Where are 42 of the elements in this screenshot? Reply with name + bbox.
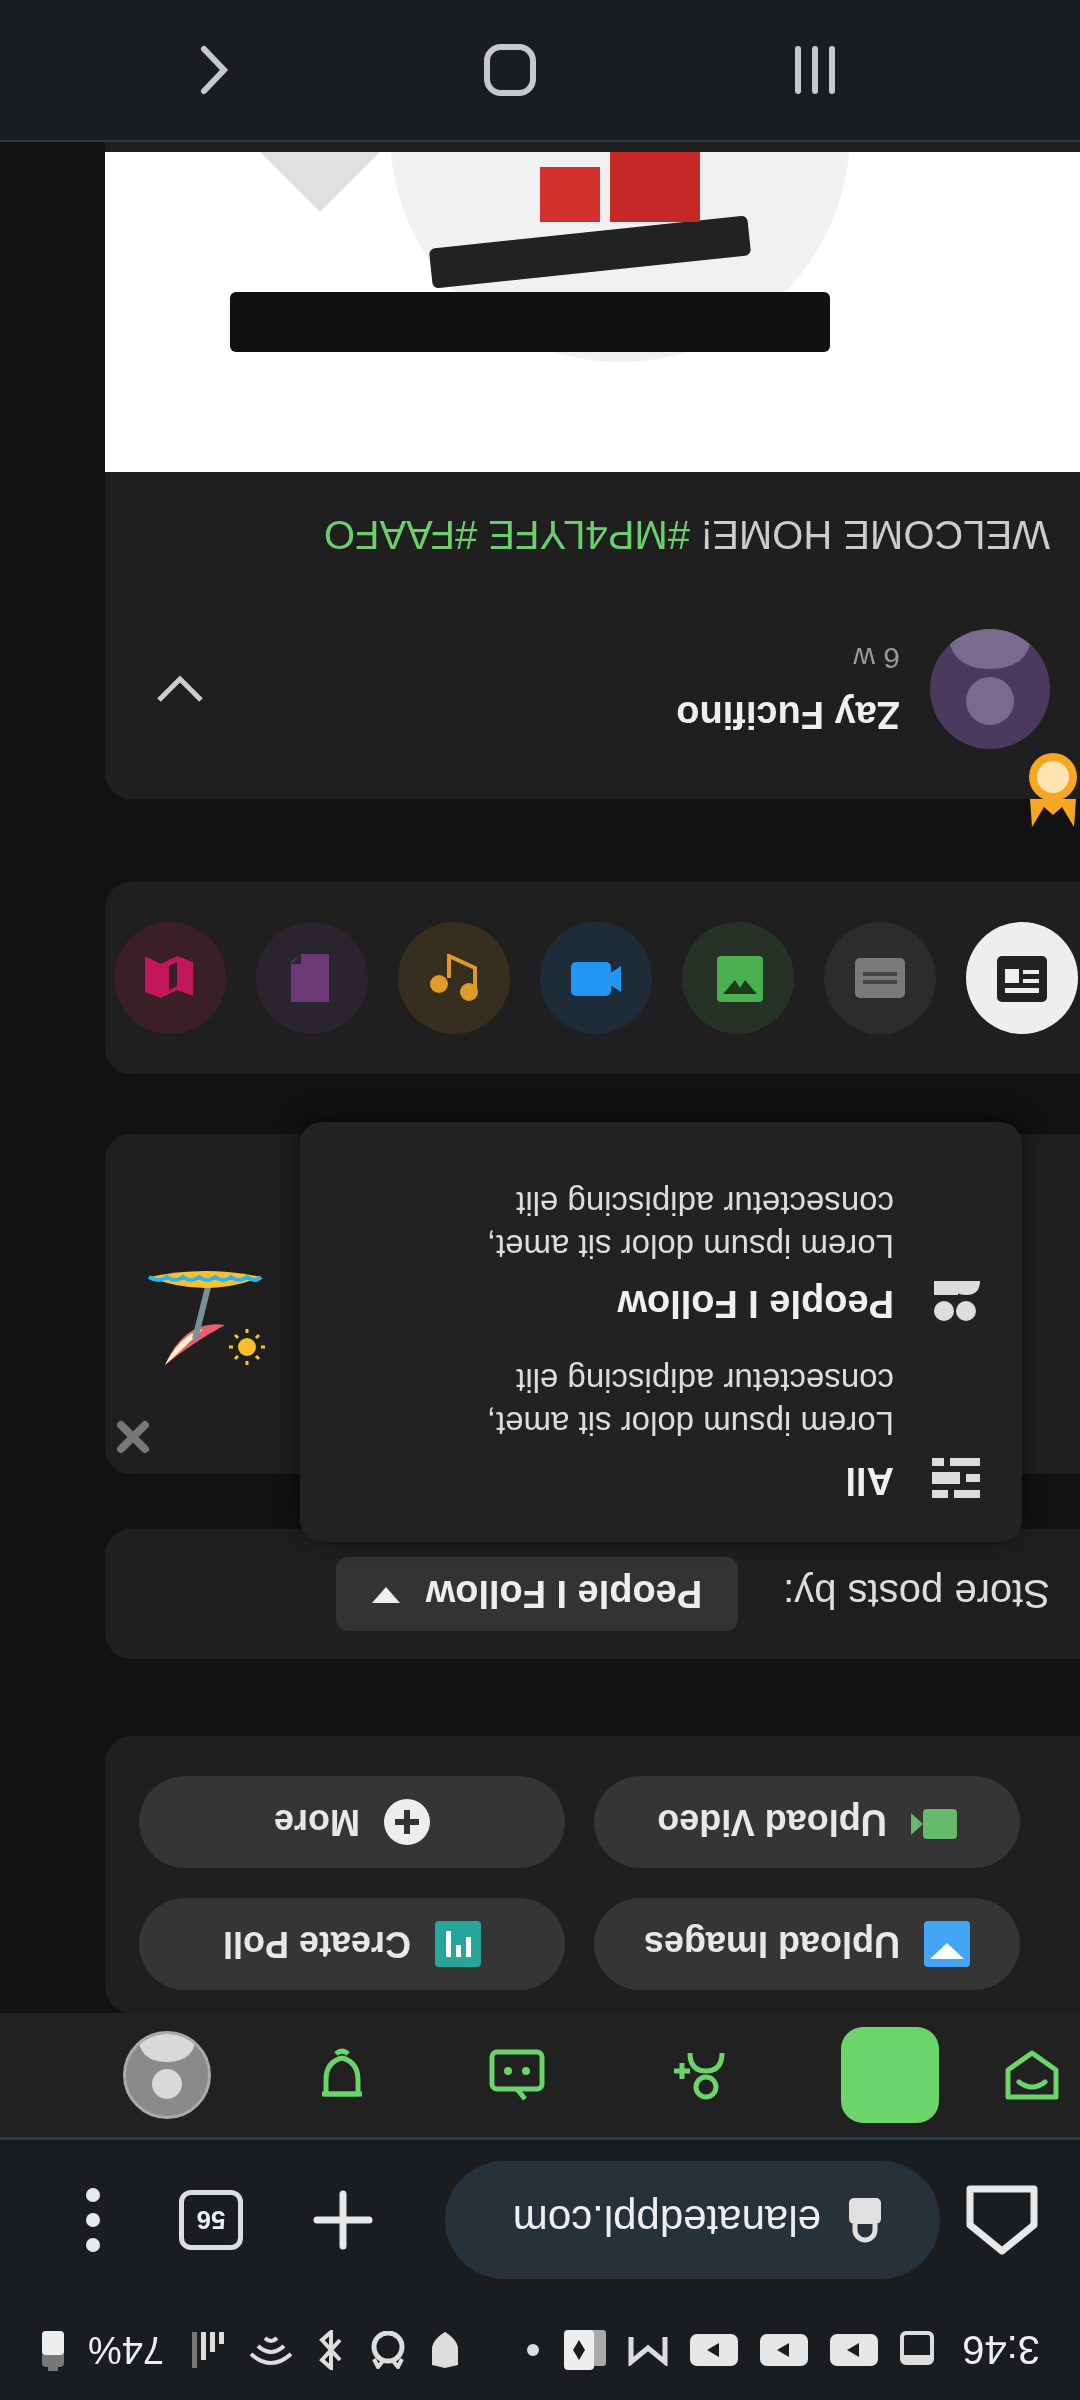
action-button[interactable]: Upload Video — [594, 1776, 1020, 1868]
image-icon — [924, 1921, 971, 1967]
option-title[interactable]: All — [434, 1459, 894, 1502]
dropdown-button[interactable]: People I Follow — [335, 1557, 739, 1631]
author-name[interactable]: Zay Fucifino — [235, 693, 900, 737]
music-note-icon — [429, 954, 479, 1002]
play-icon — [760, 2334, 809, 2366]
option-title[interactable]: People I Follow — [434, 1282, 894, 1325]
hashtag-link[interactable]: #MP4LYFE — [488, 513, 690, 557]
mail-icon — [628, 2334, 669, 2366]
battery-percent: 74% — [88, 2328, 165, 2372]
play-icon — [690, 2334, 739, 2366]
hashtag-link[interactable]: #FAAFO — [323, 513, 478, 557]
post-text: WELCOME HOME! #MP4LYFE #FAAFO — [322, 512, 1051, 559]
address-bar[interactable]: elanatedppl.com — [445, 2161, 940, 2279]
nav-tab[interactable] — [841, 2027, 939, 2123]
url-text: elanatedppl.com — [512, 2196, 821, 2244]
plus-icon — [384, 1799, 430, 1845]
option-description: Lorem ipsum dolor sit amet, consectetur adipiscing elit — [485, 1184, 894, 1267]
setting-label: Store posts by: — [783, 1571, 1050, 1617]
article-icon — [997, 954, 1047, 1002]
tab-count-button[interactable]: 56 — [179, 2190, 243, 2250]
post-time: 6 w — [852, 641, 900, 676]
add-tab-icon[interactable] — [313, 2190, 373, 2250]
play-icon — [830, 2334, 879, 2366]
menu-icon[interactable] — [85, 2187, 101, 2253]
robot-icon[interactable] — [489, 2049, 546, 2101]
action-button[interactable]: Create Poll — [139, 1898, 565, 1990]
chart-icon — [435, 1921, 482, 1967]
option-description: Lorem ipsum dolor sit amet, consectetur adipiscing elit — [485, 1361, 894, 1444]
home-icon[interactable] — [964, 2185, 1040, 2255]
close-icon[interactable] — [116, 1420, 150, 1454]
clock-time: 3:46 — [962, 2327, 1040, 2373]
card-icon — [562, 2328, 607, 2372]
chevron-down-icon[interactable] — [155, 674, 205, 704]
caret-icon — [371, 1585, 400, 1603]
action-button[interactable]: More — [139, 1776, 565, 1868]
dot-icon — [526, 2343, 541, 2357]
back-icon[interactable] — [200, 45, 230, 95]
action-button[interactable]: Upload Images — [594, 1898, 1020, 1990]
battery-icon — [40, 2329, 66, 2371]
home-button-icon[interactable] — [484, 44, 536, 96]
